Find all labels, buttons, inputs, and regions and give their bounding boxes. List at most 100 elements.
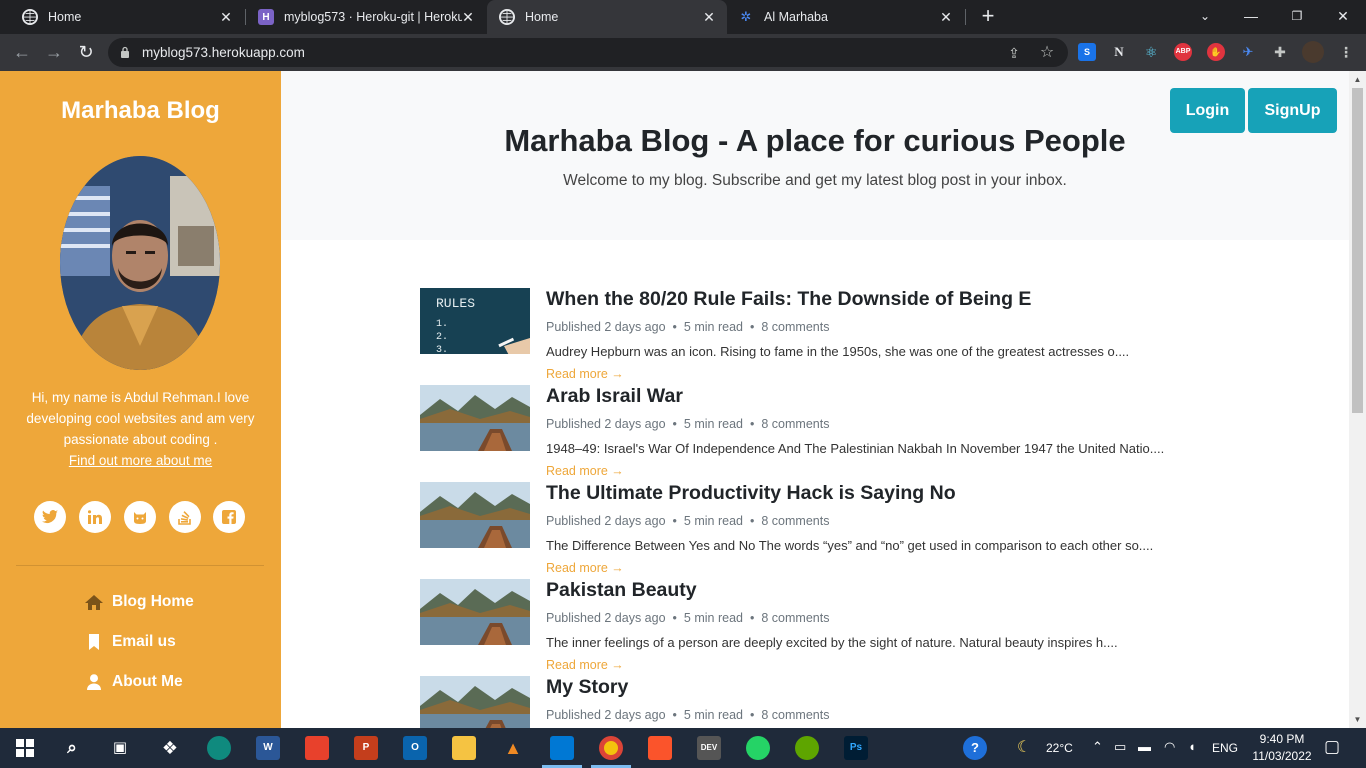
adblock-plus-icon[interactable]: ABP (1174, 43, 1192, 61)
vlc-icon[interactable]: ▲ (501, 736, 525, 760)
read-more-link[interactable]: Read more → (546, 561, 624, 575)
utorrent-icon[interactable] (795, 736, 819, 760)
read-more-link[interactable]: Read more → (546, 658, 624, 672)
post-title[interactable]: Arab Israil War (546, 385, 683, 408)
edge-icon[interactable] (207, 736, 231, 760)
post-thumbnail[interactable] (420, 579, 530, 645)
post-thumbnail[interactable] (420, 482, 530, 548)
read-more-link[interactable]: Read more → (546, 464, 624, 478)
clock-time[interactable]: 9:40 PM (1252, 732, 1312, 746)
scrollbar-thumb[interactable] (1352, 88, 1363, 413)
post-comments[interactable]: 8 comments (761, 320, 829, 334)
sidebar-brand[interactable]: Marhaba Blog (0, 97, 281, 125)
extension-n-icon[interactable]: N (1110, 43, 1128, 61)
window-close-button[interactable]: ✕ (1320, 0, 1366, 34)
post-title[interactable]: When the 80/20 Rule Fails: The Downside … (546, 288, 1031, 311)
dev-icon[interactable]: DEV (697, 736, 721, 760)
tab-home-1[interactable]: Home ✕ (8, 0, 244, 34)
bookmark-star-icon[interactable]: ☆ (1038, 44, 1056, 62)
react-devtools-icon[interactable]: ⚛ (1142, 43, 1160, 61)
powerpoint-icon[interactable]: P (354, 736, 378, 760)
network-icon[interactable]: ▭ (1114, 739, 1126, 755)
wifi-icon[interactable]: ◠ (1164, 739, 1175, 755)
share-icon[interactable]: ⇪ (1005, 44, 1023, 62)
sidebar-divider (16, 565, 264, 566)
battery-icon[interactable]: ▬ (1138, 739, 1151, 754)
word-icon[interactable]: W (256, 736, 280, 760)
close-icon[interactable]: ✕ (460, 9, 476, 25)
chrome-icon[interactable] (599, 736, 623, 760)
help-icon[interactable]: ? (963, 736, 987, 760)
volume-icon[interactable]: ◖ (1188, 739, 1196, 754)
find-out-more-link[interactable]: Find out more about me (14, 450, 267, 471)
post-comments[interactable]: 8 comments (761, 417, 829, 431)
windows-start-icon[interactable] (13, 736, 37, 760)
puzzle-icon[interactable]: ✚ (1271, 43, 1289, 61)
notification-icon[interactable]: ▢ (1324, 737, 1340, 757)
taskbar: ⌕ ▣ ❖ W P O ▲ DEV Ps ? ☾ 22°C ⌃ ▭ ▬ ◠ ◖ … (0, 728, 1366, 768)
page-scrollbar[interactable]: ▲ ▼ (1349, 71, 1366, 728)
clock-date[interactable]: 11/03/2022 (1249, 749, 1315, 763)
restore-button[interactable]: ❐ (1274, 0, 1320, 34)
new-tab-button[interactable]: + (976, 4, 1000, 28)
post-title[interactable]: Pakistan Beauty (546, 579, 697, 602)
close-icon[interactable]: ✕ (701, 9, 717, 25)
photoshop-icon[interactable]: Ps (844, 736, 868, 760)
post-comments[interactable]: 8 comments (761, 611, 829, 625)
post-published: Published 2 days ago (546, 417, 666, 431)
post-title[interactable]: The Ultimate Productivity Hack is Saying… (546, 482, 956, 505)
twitter-icon[interactable] (34, 501, 66, 533)
post-thumbnail[interactable]: RULES 1. 2. 3. (420, 288, 530, 354)
close-icon[interactable]: ✕ (938, 9, 954, 25)
search-icon[interactable]: ⌕ (60, 736, 84, 760)
linkedin-icon[interactable] (79, 501, 111, 533)
globe-icon (499, 9, 515, 25)
file-explorer-icon[interactable] (452, 736, 476, 760)
close-icon[interactable]: ✕ (218, 9, 234, 25)
post-comments[interactable]: 8 comments (761, 514, 829, 528)
facebook-icon[interactable] (213, 501, 245, 533)
whatsapp-icon[interactable] (746, 736, 770, 760)
stop-hand-icon[interactable]: ✋ (1207, 43, 1225, 61)
outlook-icon[interactable]: O (403, 736, 427, 760)
extension-s-icon[interactable]: S (1078, 43, 1096, 61)
task-view-icon[interactable]: ▣ (108, 736, 132, 760)
office-icon[interactable] (305, 736, 329, 760)
github-icon[interactable] (124, 501, 156, 533)
signup-button[interactable]: SignUp (1248, 88, 1337, 133)
minimize-button[interactable]: — (1228, 0, 1274, 34)
menu-dots-icon[interactable]: ⋮ (1337, 43, 1355, 61)
login-button[interactable]: Login (1170, 88, 1245, 133)
scroll-down-icon[interactable]: ▼ (1349, 711, 1366, 728)
brave-icon[interactable] (648, 736, 672, 760)
stackoverflow-icon[interactable] (169, 501, 201, 533)
vscode-icon[interactable] (550, 736, 574, 760)
weather-temp[interactable]: 22°C (1046, 741, 1073, 755)
sidebar-item-blog-home[interactable]: Blog Home (84, 590, 244, 614)
language-indicator[interactable]: ENG (1212, 741, 1238, 755)
address-bar[interactable]: myblog573.herokuapp.com ⇪ ☆ (108, 38, 1068, 67)
url-text: myblog573.herokuapp.com (142, 45, 305, 60)
tab-al-marhaba[interactable]: ✲ Al Marhaba ✕ (728, 0, 964, 34)
reload-icon[interactable]: ↻ (74, 40, 98, 64)
tab-home-active[interactable]: Home ✕ (487, 0, 727, 34)
dropbox-icon[interactable]: ❖ (158, 736, 182, 760)
tab-search-icon[interactable]: ⌄ (1182, 0, 1228, 34)
windscribe-icon[interactable]: ✈ (1239, 43, 1257, 61)
chevron-up-icon[interactable]: ⌃ (1092, 739, 1103, 755)
post-thumbnail[interactable] (420, 676, 530, 728)
profile-avatar[interactable] (1302, 41, 1324, 63)
post-thumbnail[interactable] (420, 385, 530, 451)
sidebar-item-email-us[interactable]: Email us (84, 630, 244, 654)
forward-icon[interactable]: → (42, 40, 66, 64)
scroll-up-icon[interactable]: ▲ (1349, 71, 1366, 88)
post-comments[interactable]: 8 comments (761, 708, 829, 722)
read-more-link[interactable]: Read more → (546, 367, 624, 381)
back-icon[interactable]: ← (10, 40, 34, 64)
sidebar-item-about-me[interactable]: About Me (84, 670, 244, 694)
tab-title: Home (525, 10, 559, 24)
post-item: Pakistan Beauty Published 2 days ago • 5 m… (420, 579, 1240, 675)
tab-heroku[interactable]: H myblog573 · Heroku-git | Heroku ✕ (250, 0, 486, 34)
page-viewport: Marhaba Blog Hi, my name is Abdul Rehman… (0, 71, 1366, 728)
post-title[interactable]: My Story (546, 676, 628, 699)
